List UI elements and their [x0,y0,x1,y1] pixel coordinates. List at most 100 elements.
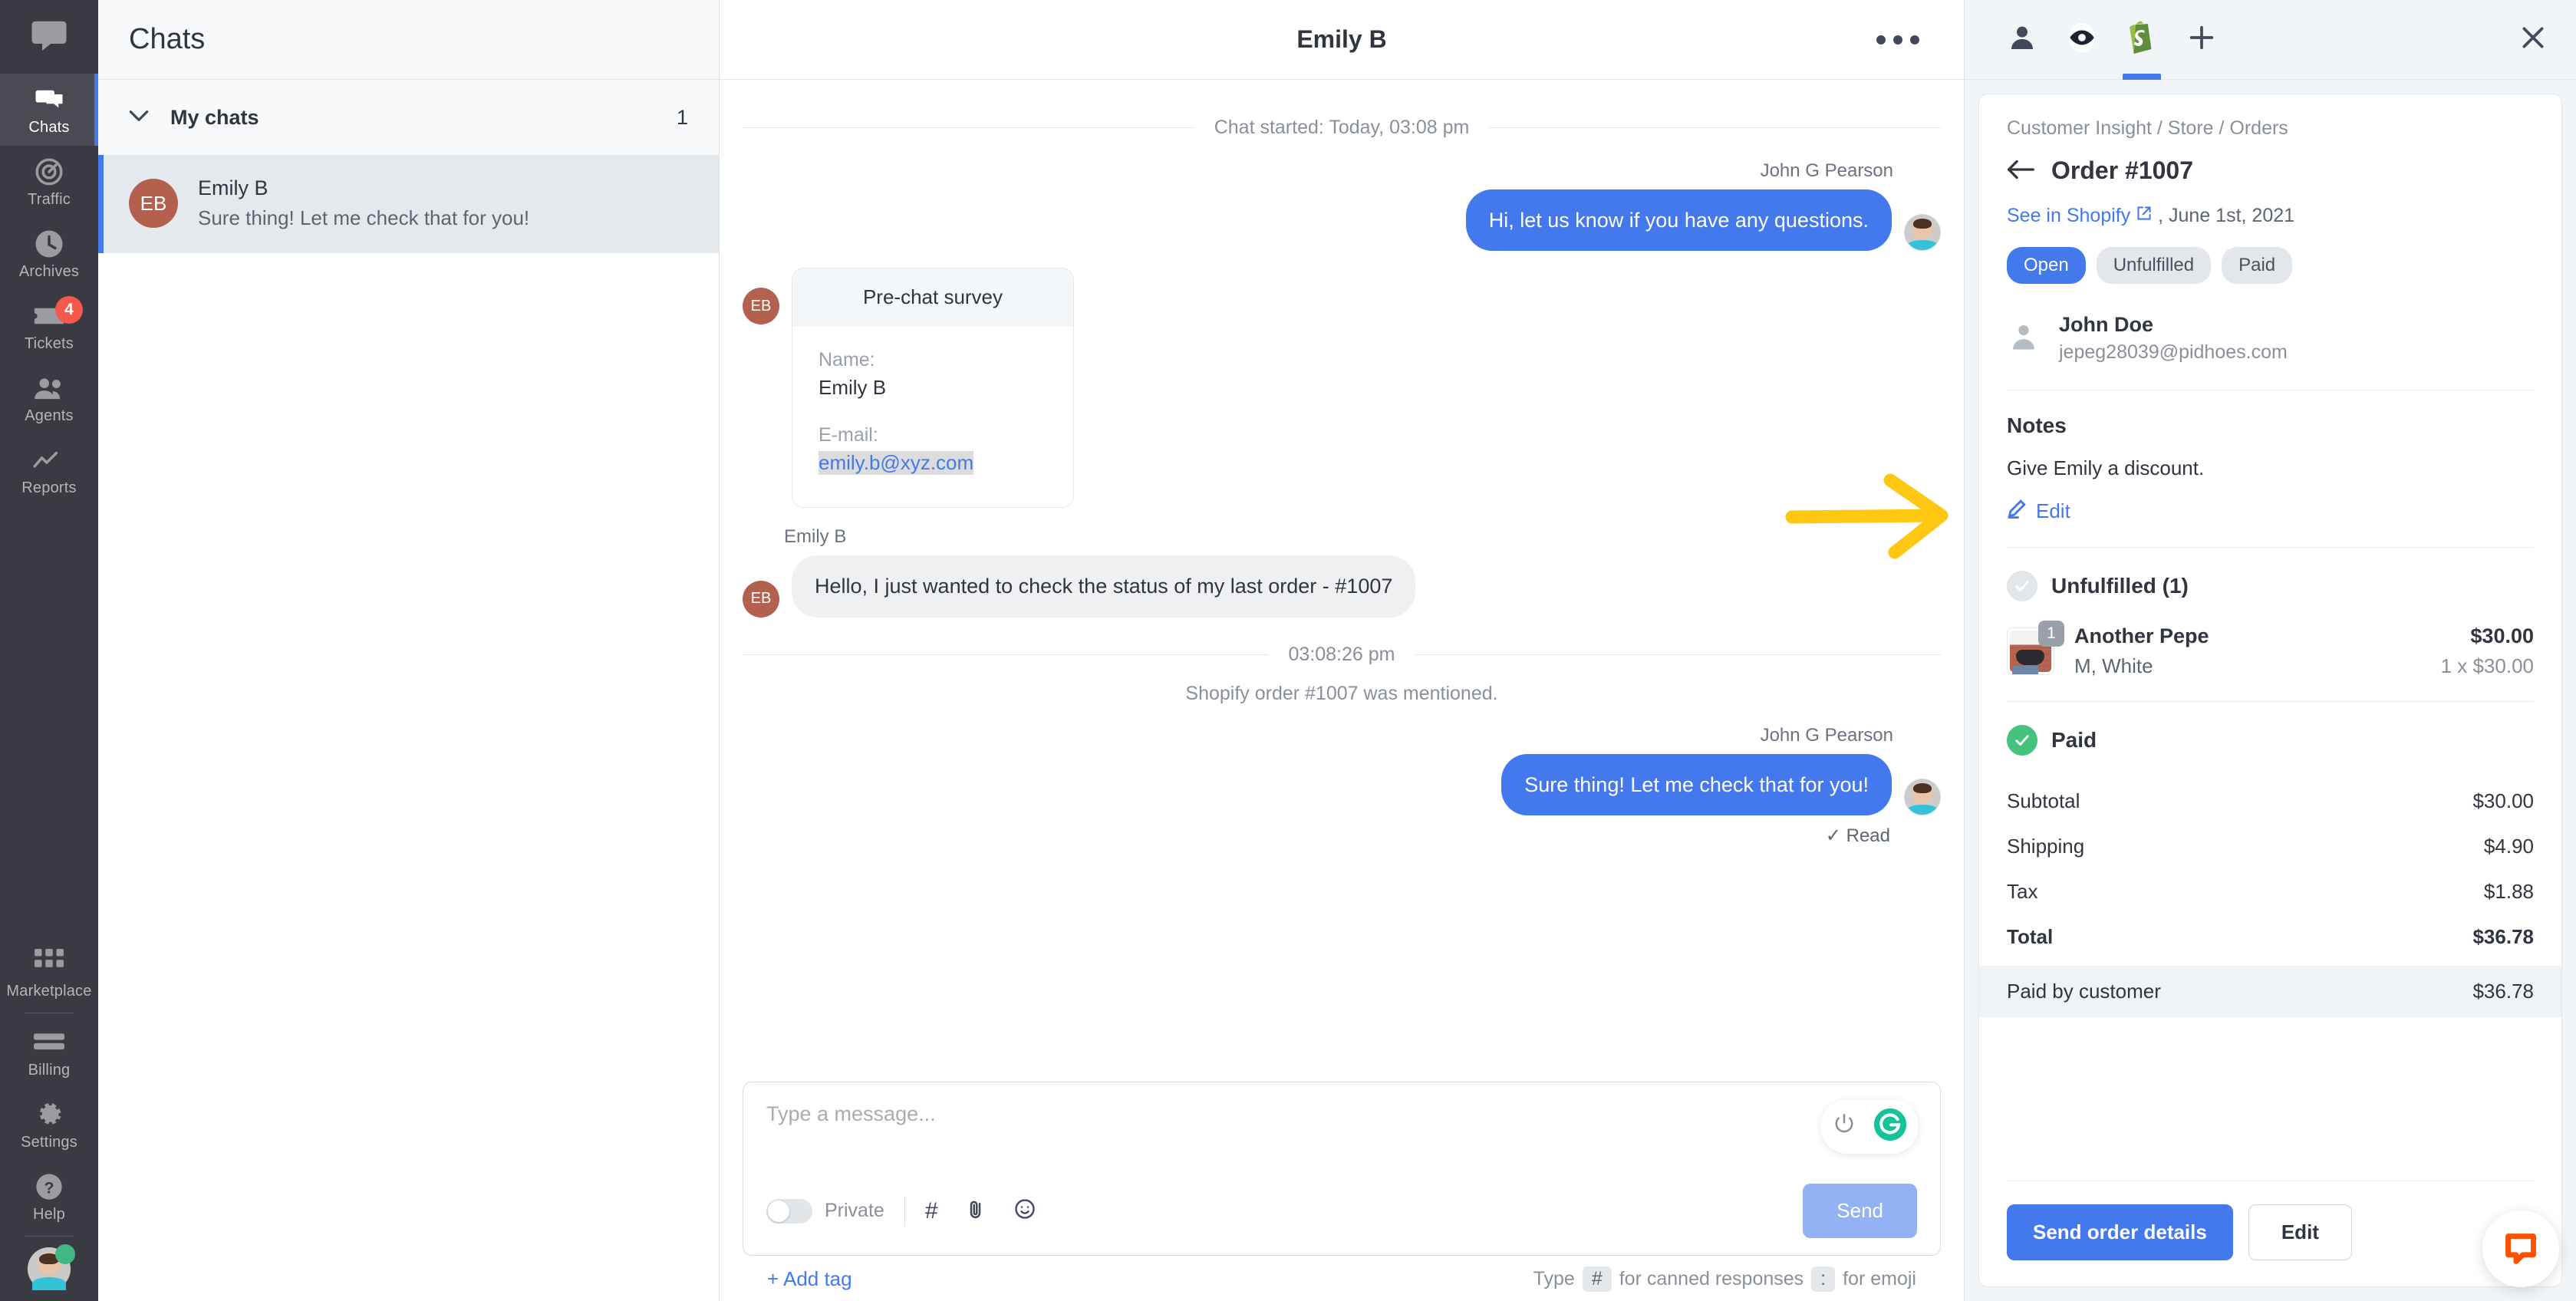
message-author: Emily B [784,526,847,548]
emoji-smiley-icon[interactable] [1013,1197,1036,1225]
livechat-widget-icon[interactable] [2482,1210,2559,1287]
conversation-title: Emily B [1296,25,1387,53]
composer-toolbar: Private # Send [766,1184,1917,1238]
power-icon[interactable] [1831,1112,1857,1141]
message-feed: Chat started: Today, 03:08 pm John G Pea… [720,80,1964,1082]
total-row-value: $1.88 [2483,880,2534,903]
list-item-name: Emily B [198,176,268,199]
sidebar-item-label: Archives [18,263,80,280]
tab-shopify[interactable] [2112,0,2172,80]
total-row-label: Total [2007,925,2054,948]
help-question-icon: ? [34,1171,64,1202]
customer-row: John Doe jepeg28039@pidhoes.com [2007,313,2534,390]
gear-icon [34,1099,64,1130]
total-row-value: $4.90 [2483,835,2534,858]
chat-group-label: My chats [170,105,259,129]
send-order-details-button[interactable]: Send order details [2007,1204,2233,1260]
sidebar-item-help[interactable]: ? Help [0,1161,98,1233]
details-panel: Customer Insight / Store / Orders Order … [1964,0,2576,1301]
sidebar-item-billing[interactable]: Billing [0,1016,98,1089]
sidebar-item-settings[interactable]: Settings [0,1089,98,1161]
svg-text:?: ? [44,1177,54,1197]
hint-key-colon: : [1811,1266,1836,1292]
bubble-row: EB Pre-chat survey Name: Emily B E-mail:… [743,268,1074,509]
agents-people-icon [32,373,66,403]
hint-key-hash: # [1582,1266,1612,1292]
avatar: EB [129,179,178,228]
chevron-down-icon [129,110,149,126]
sidebar-item-label: Traffic [28,191,71,208]
sidebar-item-agents[interactable]: Agents [0,362,98,434]
chat-started-divider: Chat started: Today, 03:08 pm [743,117,1942,139]
check-icon: ✓ [1825,825,1841,847]
sidebar-item-label: Marketplace [6,983,92,1000]
hint-post: for emoji [1843,1268,1916,1289]
avatar [1904,779,1941,816]
survey-body: Name: Emily B E-mail: emily.b@xyz.com [792,326,1073,507]
message-composer[interactable]: Type a message... Private # Send [743,1082,1941,1256]
message-author: John G Pearson [1760,724,1893,746]
tab-customer[interactable] [1992,0,2052,80]
grammarly-widget[interactable] [1820,1099,1919,1154]
more-options-icon[interactable] [1876,35,1919,44]
edit-order-button[interactable]: Edit [2248,1204,2352,1260]
hint-pre: Type [1533,1268,1575,1289]
product-thumbnail: 1 [2007,621,2064,675]
chat-list-panel: Chats My chats 1 EB Emily B Sure thing! … [98,0,720,1301]
customer-email: jepeg28039@pidhoes.com [2059,341,2288,363]
tab-add-integration[interactable] [2172,0,2232,80]
sidebar-item-marketplace[interactable]: Marketplace [0,937,98,1010]
chat-group-count: 1 [676,105,688,129]
list-item-meta: Emily B Sure thing! Let me check that fo… [198,176,529,230]
see-in-shopify-link[interactable]: See in Shopify [2007,205,2130,226]
bubble-row: EB Hello, I just wanted to check the sta… [743,555,1416,618]
bubble-row: Hi, let us know if you have any question… [1465,189,1941,252]
avatar: EB [743,288,779,325]
notes-heading: Notes [2007,413,2067,437]
order-details-scroll: Customer Insight / Store / Orders Order … [1979,94,2561,1181]
edit-notes-button[interactable]: Edit [2007,499,2534,524]
sidebar-item-chats[interactable]: Chats [0,74,98,146]
paperclip-icon[interactable] [964,1197,987,1225]
list-item[interactable]: EB Emily B Sure thing! Let me check that… [98,155,719,253]
divider-line [1415,654,1941,655]
page-title: Chats [129,23,206,55]
product-bag-shape [2015,649,2044,665]
grammarly-icon[interactable] [1873,1107,1908,1146]
private-label: Private [825,1200,884,1221]
message-input[interactable]: Type a message... [766,1102,1917,1167]
total-row-value: $36.78 [2472,980,2534,1003]
sidebar-item-archives[interactable]: Archives [0,218,98,290]
external-link-icon[interactable] [2136,205,2158,226]
fulfillment-status-label: Unfulfilled (1) [2051,574,2189,598]
arrow-left-icon[interactable] [2007,158,2034,184]
read-label: Read [1846,825,1890,847]
archives-clock-icon [33,229,65,259]
customer-person-icon [2007,22,2037,57]
sidebar-item-label: Settings [21,1134,77,1151]
divider-line [1489,127,1942,128]
close-icon[interactable] [2518,22,2548,57]
order-status-chips: Open Unfulfilled Paid [2007,247,2534,284]
sidebar-item-tickets[interactable]: 4 Tickets [0,290,98,362]
private-toggle[interactable] [766,1198,812,1224]
sidebar-item-traffic[interactable]: Traffic [0,146,98,218]
tab-visitor[interactable] [2052,0,2112,80]
hash-icon[interactable]: # [925,1199,938,1223]
sidebar-item-label: Agents [25,407,74,424]
divider-text: 03:08:26 pm [1288,643,1395,665]
paid-by-customer-row: Paid by customer $36.78 [1979,966,2561,1017]
total-row: Total $36.78 [2007,914,2534,960]
add-tag-button[interactable]: + Add tag [767,1267,852,1291]
status-badge: Unfulfilled [2096,247,2212,284]
message-survey: EB Pre-chat survey Name: Emily B E-mail:… [743,268,1941,509]
agent-avatar[interactable] [28,1244,75,1290]
total-row-label: Subtotal [2007,789,2080,812]
livechat-logo-icon[interactable] [0,0,98,74]
chat-group-my-chats[interactable]: My chats 1 [98,80,719,155]
survey-title: Pre-chat survey [792,268,1073,327]
total-row-label: Tax [2007,880,2038,903]
survey-field-value-email[interactable]: emily.b@xyz.com [819,451,974,476]
send-button[interactable]: Send [1803,1184,1917,1238]
sidebar-item-reports[interactable]: Reports [0,434,98,506]
